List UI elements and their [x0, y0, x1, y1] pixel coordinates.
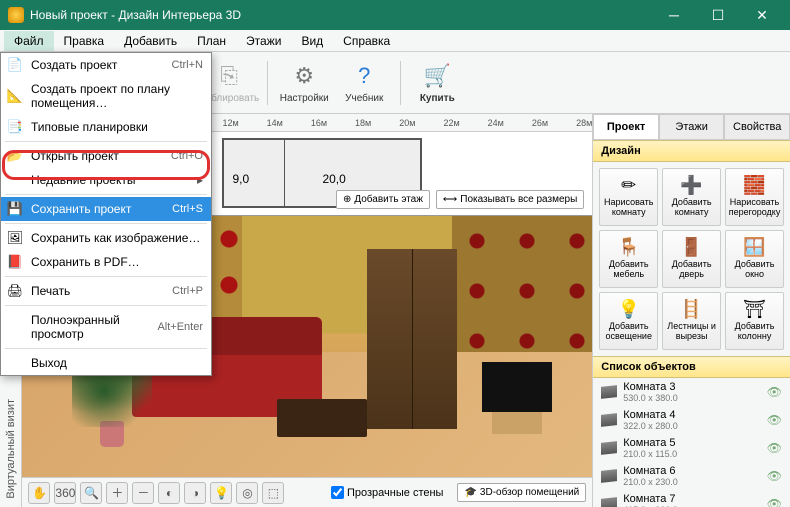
- filemenu-item[interactable]: 🖨ПечатьCtrl+P: [1, 279, 211, 303]
- visibility-icon[interactable]: 👁: [767, 497, 782, 507]
- tool-c-icon[interactable]: ◎: [236, 482, 258, 504]
- menu-item-icon: 🖨: [7, 283, 23, 299]
- show-dims-button[interactable]: ⟷ Показывать все размеры: [436, 190, 584, 209]
- visibility-icon[interactable]: 👁: [767, 385, 782, 399]
- titlebar: Новый проект - Дизайн Интерьера 3D ─ ☐ ✕: [0, 0, 790, 30]
- maximize-button[interactable]: ☐: [698, 3, 738, 27]
- table-object: [277, 399, 367, 437]
- object-list-item[interactable]: Комната 3530.0 x 380.0👁: [593, 378, 790, 406]
- filemenu-item[interactable]: 📕Сохранить в PDF…: [1, 250, 211, 274]
- visibility-icon[interactable]: 👁: [767, 469, 782, 483]
- visibility-icon[interactable]: 👁: [767, 413, 782, 427]
- design-section-header: Дизайн: [593, 140, 790, 162]
- tool-a-icon[interactable]: ◐: [158, 482, 180, 504]
- bottombar: ✋ 360 🔍 ＋ － ◐ ◑ 💡 ◎ ⬚ Прозрачные стены 🎓…: [22, 477, 592, 507]
- menu-item-icon: 📄: [7, 57, 23, 73]
- tool-rotate-icon[interactable]: 360: [54, 482, 76, 504]
- right-panel: ПроектЭтажиСвойства Дизайн ✏Нарисовать к…: [592, 114, 790, 507]
- design-tool-button[interactable]: ✏Нарисовать комнату: [599, 168, 658, 226]
- tab-свойства[interactable]: Свойства: [724, 114, 790, 139]
- cube-icon: [601, 469, 617, 483]
- menu-вид[interactable]: Вид: [291, 31, 333, 51]
- menu-правка[interactable]: Правка: [54, 31, 115, 51]
- close-button[interactable]: ✕: [742, 3, 782, 27]
- tool-zoom-icon[interactable]: 🔍: [80, 482, 102, 504]
- menu-этажи[interactable]: Этажи: [236, 31, 291, 51]
- menu-item-icon: 🖼: [7, 230, 23, 246]
- filemenu-item[interactable]: 🖼Сохранить как изображение…: [1, 226, 211, 250]
- filemenu-item[interactable]: 📂Открыть проектCtrl+O: [1, 144, 211, 168]
- app-logo-icon: [8, 7, 24, 23]
- object-list-item[interactable]: Комната 5210.0 x 115.0👁: [593, 434, 790, 462]
- add-floor-button[interactable]: ⊕ Добавить этаж: [336, 190, 430, 209]
- design-tool-button[interactable]: 💡Добавить освещение: [599, 292, 658, 350]
- filemenu-item[interactable]: Полноэкранный просмотрAlt+Enter: [1, 308, 211, 346]
- objects-section-header: Список объектов: [593, 356, 790, 378]
- menu-план[interactable]: План: [187, 31, 236, 51]
- wall-right: [452, 216, 592, 352]
- tab-этажи[interactable]: Этажи: [659, 114, 725, 139]
- tool-d-icon[interactable]: ⬚: [262, 482, 284, 504]
- cube-icon: [601, 497, 617, 507]
- design-tool-button[interactable]: 🪜Лестницы и вырезы: [662, 292, 721, 350]
- toolbar-учебник[interactable]: ?Учебник: [336, 55, 392, 111]
- menu-item-icon: 📕: [7, 254, 23, 270]
- design-tool-button[interactable]: 🪑Добавить мебель: [599, 230, 658, 288]
- room-area-2: 20,0: [322, 172, 345, 186]
- minimize-button[interactable]: ─: [654, 3, 694, 27]
- filemenu-item[interactable]: Выход: [1, 351, 211, 375]
- tv-object: [482, 362, 552, 412]
- object-list-item[interactable]: Комната 4322.0 x 280.0👁: [593, 406, 790, 434]
- object-list-item[interactable]: Комната 6210.0 x 230.0👁: [593, 462, 790, 490]
- transparent-walls-checkbox[interactable]: Прозрачные стены: [331, 486, 443, 499]
- visibility-icon[interactable]: 👁: [767, 441, 782, 455]
- tool-zoomout-icon[interactable]: －: [132, 482, 154, 504]
- menu-item-icon: 💾: [7, 201, 23, 217]
- menu-справка[interactable]: Справка: [333, 31, 400, 51]
- tool-zoomin-icon[interactable]: ＋: [106, 482, 128, 504]
- design-tool-button[interactable]: ⛩Добавить колонну: [725, 292, 784, 350]
- design-tool-button[interactable]: 🧱Нарисовать перегородку: [725, 168, 784, 226]
- virtual-visit-label: Виртуальный визит: [5, 391, 17, 507]
- design-tool-button[interactable]: 🚪Добавить дверь: [662, 230, 721, 288]
- room-area-1: 9,0: [232, 172, 249, 186]
- panel-tabs: ПроектЭтажиСвойства: [593, 114, 790, 140]
- cube-icon: [601, 441, 617, 455]
- design-tools-grid: ✏Нарисовать комнату➕Добавить комнату🧱Нар…: [593, 162, 790, 356]
- design-tool-button[interactable]: ➕Добавить комнату: [662, 168, 721, 226]
- filemenu-item[interactable]: 💾Сохранить проектCtrl+S: [1, 197, 211, 221]
- file-menu-dropdown: 📄Создать проектCtrl+N📐Создать проект по …: [0, 52, 212, 376]
- toolbar-купить[interactable]: 🛒Купить: [409, 55, 465, 111]
- filemenu-item[interactable]: 📄Создать проектCtrl+N: [1, 53, 211, 77]
- object-list-item[interactable]: Комната 7415.0 x 960.0👁: [593, 490, 790, 507]
- wardrobe-object: [367, 249, 457, 429]
- design-tool-button[interactable]: 🪟Добавить окно: [725, 230, 784, 288]
- cube-icon: [601, 413, 617, 427]
- menu-файл[interactable]: Файл: [4, 31, 54, 51]
- cube-icon: [601, 385, 617, 399]
- menu-item-icon: 📂: [7, 148, 23, 164]
- menu-item-icon: 📐: [7, 88, 23, 104]
- object-list: Комната 3530.0 x 380.0👁Комната 4322.0 x …: [593, 378, 790, 507]
- filemenu-item[interactable]: Недавние проекты▸: [1, 168, 211, 192]
- filemenu-item[interactable]: 📑Типовые планировки: [1, 115, 211, 139]
- window-title: Новый проект - Дизайн Интерьера 3D: [30, 8, 241, 22]
- tool-hand-icon[interactable]: ✋: [28, 482, 50, 504]
- tool-light-icon[interactable]: 💡: [210, 482, 232, 504]
- 3d-overview-button[interactable]: 🎓 3D-обзор помещений: [457, 483, 586, 502]
- menu-добавить[interactable]: Добавить: [114, 31, 187, 51]
- toolbar-настройки[interactable]: ⚙Настройки: [276, 55, 332, 111]
- filemenu-item[interactable]: 📐Создать проект по плану помещения…: [1, 77, 211, 115]
- menubar: ФайлПравкаДобавитьПланЭтажиВидСправка: [0, 30, 790, 52]
- menu-item-icon: 📑: [7, 119, 23, 135]
- tool-b-icon[interactable]: ◑: [184, 482, 206, 504]
- tab-проект[interactable]: Проект: [593, 114, 659, 139]
